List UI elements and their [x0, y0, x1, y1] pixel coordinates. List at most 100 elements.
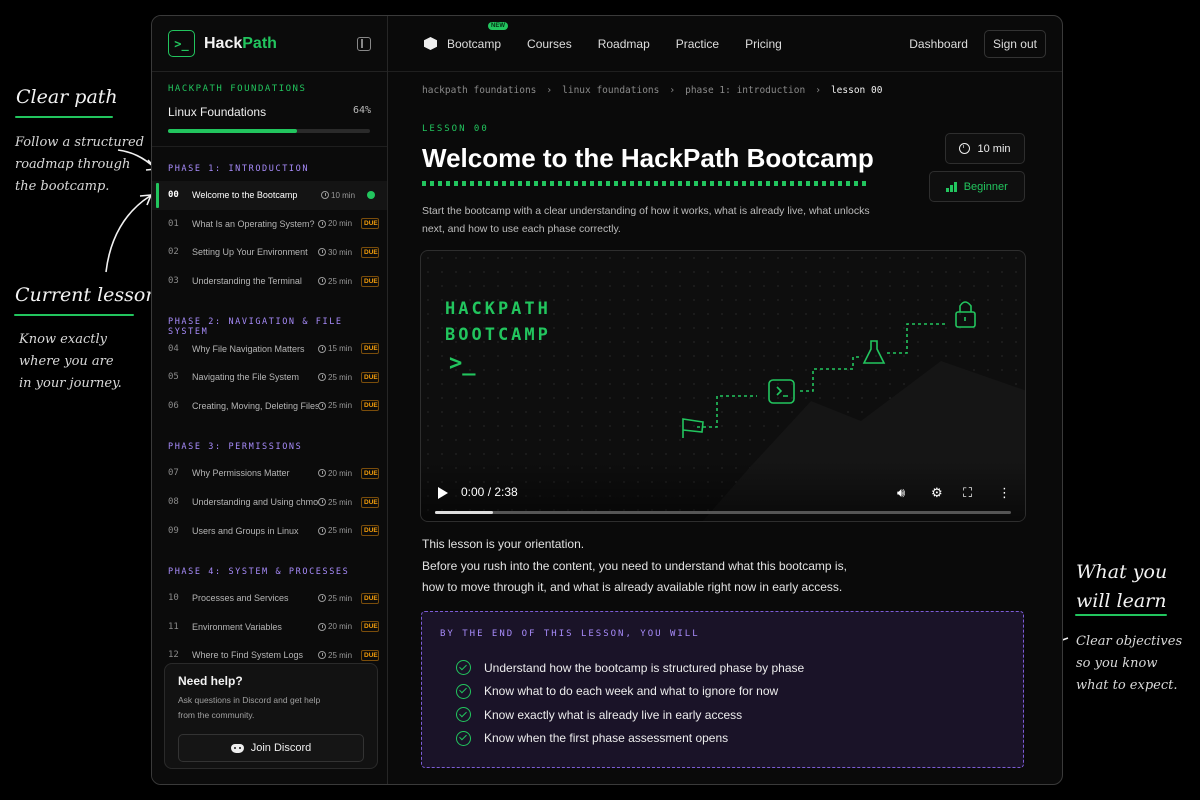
phase-title: PHASE 4: SYSTEM & PROCESSES	[168, 566, 350, 577]
lesson-eyebrow: LESSON 00	[422, 124, 489, 134]
objective-text: Understand how the bootcamp is structure…	[484, 660, 805, 675]
breadcrumb-item[interactable]: hackpath foundations	[422, 85, 536, 96]
video-progress-track[interactable]	[435, 511, 1011, 514]
join-discord-button[interactable]: Join Discord	[178, 734, 364, 762]
phase-title: PHASE 1: INTRODUCTION	[168, 164, 310, 174]
lesson-item[interactable]: 10 Processes and Services 25 min DUE	[152, 584, 387, 613]
annotation-underline	[1075, 614, 1167, 616]
check-circle-icon	[456, 707, 471, 723]
nav-roadmap[interactable]: Roadmap	[598, 37, 650, 51]
annotation-clear-path-text: Follow a structured roadmap through the …	[15, 135, 145, 194]
annotation-what-you-learn-title: What you will learn	[1076, 561, 1168, 612]
lesson-number: 02	[168, 247, 179, 258]
lesson-title: Where to Find System Logs	[192, 650, 304, 661]
lesson-number: 09	[168, 525, 179, 536]
lesson-number: 10	[168, 593, 179, 604]
lesson-number: 07	[168, 468, 179, 479]
brand-logo[interactable]: HackPath	[204, 35, 277, 53]
lesson-number: 03	[168, 276, 179, 287]
due-badge: DUE	[361, 371, 379, 383]
nav-courses[interactable]: Courses	[527, 37, 572, 51]
lesson-item[interactable]: 03 Understanding the Terminal 25 min DUE	[152, 267, 387, 296]
due-badge: DUE	[361, 218, 379, 230]
brand-name-b: Path	[242, 34, 277, 52]
lesson-item[interactable]: 01 What Is an Operating System? 20 min DU…	[152, 210, 387, 239]
settings-gear-icon[interactable]: ⚙	[931, 485, 943, 501]
breadcrumb-item[interactable]: phase 1: introduction	[685, 85, 805, 96]
brand-name-a: Hack	[204, 34, 243, 52]
lesson-item[interactable]: 06 Creating, Moving, Deleting Files 25 m…	[152, 392, 387, 421]
nav-bootcamp[interactable]: Bootcamp NEW	[447, 21, 508, 51]
due-badge: DUE	[361, 621, 379, 633]
lesson-item-current[interactable]: 00 Welcome to the Bootcamp 10 min	[152, 181, 387, 210]
sidebar-header: >_ HackPath	[152, 16, 387, 72]
breadcrumb-current: lesson 00	[830, 85, 883, 96]
lesson-item[interactable]: 02 Setting Up Your Environment 30 min DUE	[152, 238, 387, 267]
clock-icon	[318, 277, 326, 286]
lesson-number: 05	[168, 372, 179, 383]
annotation-underline	[15, 116, 113, 118]
lesson-number: 06	[168, 400, 179, 411]
fullscreen-icon[interactable]: ⛶	[963, 485, 972, 501]
clock-icon	[318, 651, 326, 660]
body-paragraph: This lesson is your orientation.	[422, 537, 585, 551]
bootcamp-cube-icon	[424, 37, 437, 50]
due-badge: DUE	[361, 275, 379, 287]
main-content: Bootcamp NEW Courses Roadmap Practice Pri…	[388, 16, 1062, 784]
more-options-icon[interactable]: ⋮	[998, 485, 1011, 501]
play-icon[interactable]	[438, 487, 448, 499]
terminal-logo-icon[interactable]: >_	[168, 30, 195, 57]
video-player[interactable]: HACKPATH BOOTCAMP >_ 0:00 / 2:38 🔊︎ ⚙ ⛶ …	[420, 250, 1026, 522]
objectives-eyebrow: BY THE END OF THIS LESSON, YOU WILL	[440, 629, 700, 639]
due-badge: DUE	[361, 467, 379, 479]
course-progress-percent: 64%	[352, 105, 371, 116]
clock-icon	[318, 469, 326, 478]
lesson-item[interactable]: 08 Understanding and Using chmod 25 min D…	[152, 488, 387, 517]
lesson-title: Welcome to the Bootcamp	[192, 190, 298, 201]
lesson-item[interactable]: 05 Navigating the File System 25 min DUE	[152, 363, 387, 392]
collapse-sidebar-icon[interactable]	[357, 36, 371, 51]
check-circle-icon	[456, 730, 471, 746]
lesson-duration: 25 min	[318, 651, 358, 660]
breadcrumb: hackpath foundations › linux foundations ›…	[422, 85, 882, 96]
objective-text: Know what to do each week and what to ig…	[484, 684, 779, 699]
clock-icon	[959, 143, 971, 154]
course-eyebrow: HACKPATH FOUNDATIONS	[168, 84, 307, 94]
annotation-what-you-learn-text: Clear objectives so you know what to exp…	[1076, 634, 1183, 693]
sidebar: >_ HackPath HACKPATH FOUNDATIONS Linux F…	[152, 16, 388, 784]
lesson-duration: 25 min	[318, 401, 358, 410]
breadcrumb-separator: ›	[669, 85, 676, 96]
due-badge: DUE	[361, 525, 379, 537]
lesson-item[interactable]: 09 Users and Groups in Linux 25 min DUE	[152, 516, 387, 545]
volume-icon[interactable]: 🔊︎	[897, 485, 905, 501]
clock-icon	[318, 248, 326, 257]
lesson-item[interactable]: 07 Why Permissions Matter 20 min DUE	[152, 459, 387, 488]
lesson-item[interactable]: 04 Why File Navigation Matters 15 min DUE	[152, 334, 387, 363]
lesson-item[interactable]: 11 Environment Variables 20 min DUE	[152, 613, 387, 642]
phase-title: PHASE 2: NAVIGATION & FILE SYSTEM	[168, 317, 343, 338]
lesson-duration: 25 min	[318, 498, 358, 507]
objective-item: Understand how the bootcamp is structure…	[456, 656, 1005, 680]
nav-practice[interactable]: Practice	[676, 37, 719, 51]
sign-out-button[interactable]: Sign out	[983, 29, 1046, 58]
lesson-number: 04	[168, 343, 179, 354]
lesson-title: Processes and Services	[192, 593, 289, 604]
clock-icon	[318, 373, 326, 382]
help-text: Ask questions in Discord and get help fr…	[178, 695, 321, 720]
due-badge: DUE	[361, 246, 379, 258]
check-circle-icon	[456, 683, 471, 699]
clock-icon	[318, 219, 326, 228]
check-circle-icon	[456, 660, 471, 676]
nav-pricing[interactable]: Pricing	[745, 37, 782, 51]
lesson-title: Environment Variables	[192, 621, 282, 632]
lesson-title: Setting Up Your Environment	[192, 247, 308, 258]
join-discord-label: Join Discord	[250, 742, 312, 754]
breadcrumb-item[interactable]: linux foundations	[562, 85, 659, 96]
lesson-number: 00	[168, 190, 179, 201]
lesson-duration: 20 min	[318, 622, 358, 631]
dashboard-link[interactable]: Dashboard	[909, 37, 968, 51]
lesson-duration: 30 min	[318, 248, 358, 257]
annotation-clear-path-title: Clear path	[16, 86, 118, 108]
lesson-number: 01	[168, 218, 179, 229]
discord-icon	[230, 743, 244, 753]
